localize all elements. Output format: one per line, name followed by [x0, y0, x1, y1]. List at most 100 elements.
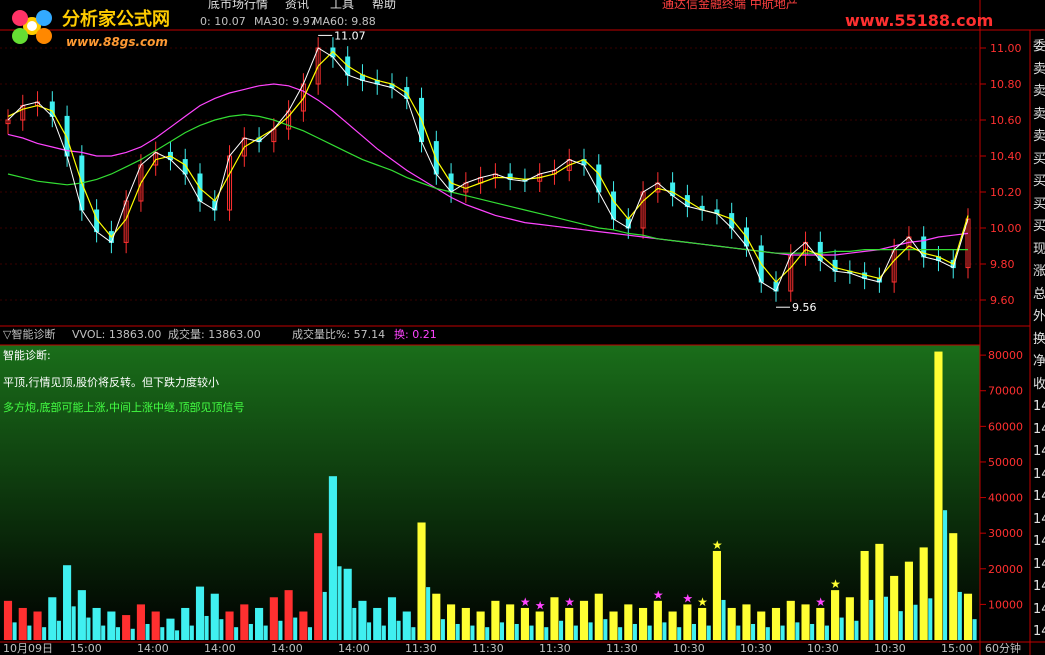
price-tick-label: 9.60: [990, 294, 1015, 307]
volume-subbar: [913, 604, 918, 640]
quote-panel-label: 净: [1033, 354, 1045, 369]
quote-panel-label: 买: [1033, 219, 1045, 234]
volume-subbar: [736, 625, 741, 640]
candle-body: [817, 241, 823, 261]
volume-bar: [299, 611, 308, 640]
volume-bar: [609, 611, 618, 640]
time-label: 15:00: [941, 642, 973, 655]
price-tick-label: 10.40: [990, 150, 1022, 163]
volume-tick-label: 80000: [988, 349, 1023, 362]
annotation-label: 9.56: [792, 301, 817, 314]
watermark: www.55188.com: [845, 11, 994, 30]
volume-subbar: [928, 598, 933, 640]
volume-subbar: [115, 627, 121, 640]
time-label: 11:30: [472, 642, 504, 655]
volume-subbar: [957, 591, 962, 640]
time-label: 10:30: [673, 642, 705, 655]
quote-panel-label: 14: [1033, 399, 1045, 414]
diagnosis-line1: 平顶,行情见顶,股价将反转。但下跌力度较小: [3, 376, 219, 389]
signal-star-icon: ★: [564, 595, 575, 609]
volume-subbar: [352, 607, 357, 640]
volume-subbar: [544, 627, 549, 640]
volume-bar: [33, 611, 42, 640]
volume-bar: [461, 607, 470, 640]
time-label: 14:00: [338, 642, 370, 655]
quote-panel-label: 14: [1033, 466, 1045, 482]
time-label: 10:30: [740, 642, 772, 655]
quote-panel-label: 买: [1033, 196, 1045, 212]
volume-bar: [18, 607, 27, 640]
price-tick-label: 11.00: [990, 42, 1022, 55]
volume-subbar: [248, 623, 253, 640]
indicator-name[interactable]: ▽智能诊断: [3, 329, 55, 341]
menu-tools[interactable]: 工具: [330, 0, 354, 12]
quote-panel-label: 14: [1033, 489, 1045, 504]
volume-bar: [639, 607, 648, 640]
volume-subbar: [485, 627, 490, 640]
volume-subbar: [588, 622, 593, 640]
volume-subbar: [603, 619, 608, 640]
volume-tick-label: 60000: [988, 420, 1023, 433]
quote-panel-label: 14: [1033, 556, 1045, 572]
volume-subbar: [898, 611, 903, 640]
volume-bar: [136, 604, 145, 640]
quote-panel-label: 卖: [1033, 84, 1045, 99]
volume-bar: [373, 607, 382, 640]
menu-market[interactable]: 底市场行情: [208, 0, 268, 12]
quote-panel-label: 现: [1033, 241, 1045, 257]
volume-bar: [919, 547, 928, 640]
quote-panel-label: 买: [1033, 174, 1045, 189]
time-label: 11:30: [539, 642, 571, 655]
volume-bar: [727, 607, 736, 640]
volume-subbar: [71, 606, 76, 640]
volume-subbar: [86, 617, 91, 640]
volume-subbar: [145, 623, 150, 640]
volume-subbar: [42, 627, 47, 640]
price-tick-label: 10.00: [990, 222, 1022, 235]
time-label: 10:30: [807, 642, 839, 655]
volume-subbar: [175, 630, 180, 640]
volume-subbar: [337, 566, 342, 640]
volume-tick-label: 70000: [988, 385, 1023, 398]
volume-subbar: [426, 587, 431, 640]
volume-bar: [358, 600, 367, 640]
volume-bar: [225, 611, 234, 640]
volume-bar: [801, 604, 810, 640]
volume-subbar: [780, 625, 785, 640]
volume-subbar: [189, 625, 194, 640]
volume-subbar: [234, 627, 239, 640]
menu-help[interactable]: 帮助: [372, 0, 396, 12]
signal-star-icon: ★: [535, 599, 546, 613]
candle-body: [596, 164, 602, 193]
quote-panel-label: 涨: [1033, 264, 1045, 279]
volume-subbar: [559, 620, 564, 640]
menu-news[interactable]: 资讯: [285, 0, 309, 12]
diagnosis-title: 智能诊断:: [3, 349, 51, 362]
flower-logo-icon: [12, 10, 52, 44]
volume-subbar: [706, 625, 711, 640]
volume-bar: [565, 607, 574, 640]
volume-subbar: [130, 628, 135, 640]
volume-bar: [875, 543, 884, 640]
quote-panel-label: 委: [1033, 39, 1045, 54]
volume-bar: [949, 533, 958, 640]
volume-bar: [816, 607, 825, 640]
volume-subbar: [751, 623, 756, 640]
volume-subbar: [632, 623, 637, 640]
period-label[interactable]: 60分钟: [985, 643, 1021, 655]
volume-bar: [594, 593, 603, 640]
volume-bar: [904, 561, 913, 640]
volume-subbar: [972, 619, 977, 640]
volume-readout: 成交量: 13863.00: [168, 328, 261, 341]
volume-subbar: [943, 510, 948, 640]
volume-bar: [77, 590, 86, 640]
quote-panel-label: 14: [1033, 624, 1045, 639]
time-label: 10:30: [874, 642, 906, 655]
volume-subbar: [677, 627, 682, 640]
volume-bar: [890, 575, 899, 640]
volume-subbar: [160, 627, 165, 640]
volume-bar: [417, 522, 426, 640]
diagnosis-line2: 多方炮,底部可能上涨,中间上涨中继,顶部见顶信号: [3, 401, 245, 414]
volume-bar: [845, 597, 854, 640]
turnover-readout: 换: 0.21: [394, 328, 437, 341]
